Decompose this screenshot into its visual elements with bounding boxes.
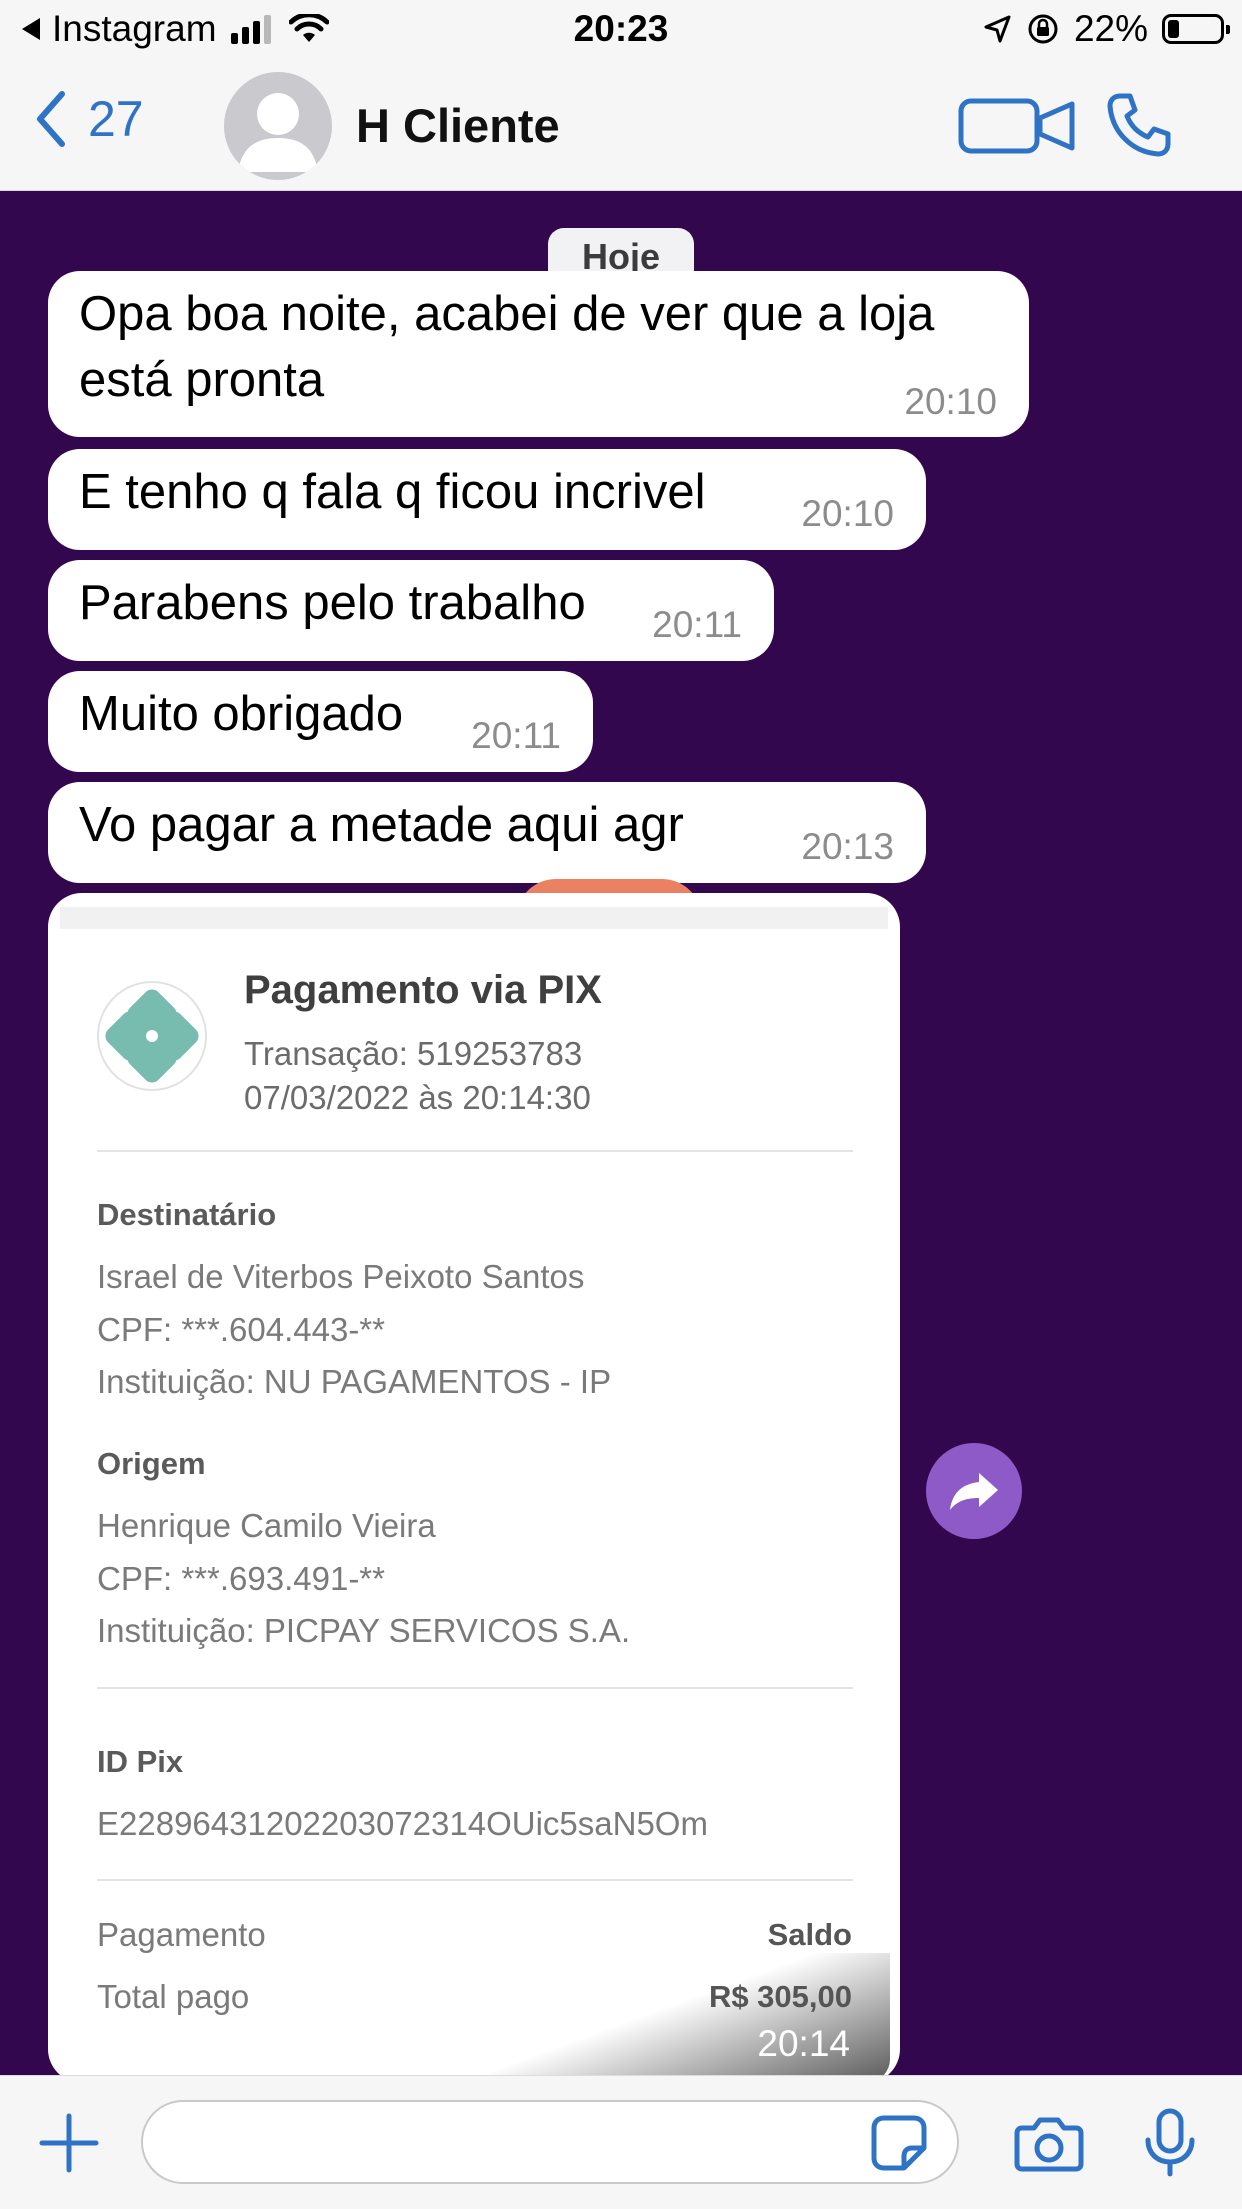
sticker-icon bbox=[871, 2115, 927, 2171]
composer-bar bbox=[0, 2075, 1242, 2209]
receipt-title: Pagamento via PIX bbox=[244, 968, 602, 1012]
recipient-label: Destinatário bbox=[97, 1197, 277, 1232]
message-text: Opa boa noite, acabei de ver que a loja bbox=[79, 287, 935, 341]
message-bubble[interactable]: E tenho q fala q ficou incrivel 20:10 bbox=[48, 449, 926, 550]
message-text: está pronta bbox=[79, 353, 325, 407]
message-time: 20:10 bbox=[904, 381, 997, 422]
share-button[interactable] bbox=[926, 1443, 1022, 1539]
message-time: 20:14 bbox=[757, 2023, 850, 2064]
phone-icon bbox=[1107, 93, 1171, 157]
receipt-divider bbox=[97, 1879, 853, 1881]
receipt-datetime: 07/03/2022 às 20:14:30 bbox=[244, 1079, 591, 1116]
microphone-icon bbox=[1145, 2108, 1195, 2177]
unread-count: 27 bbox=[88, 91, 144, 147]
total-value: R$ 305,00 bbox=[708, 1979, 852, 2014]
sticker-button[interactable] bbox=[870, 2114, 928, 2177]
message-bubble[interactable]: Muito obrigado 20:11 bbox=[48, 671, 593, 772]
status-bar: Instagram 20:23 22% bbox=[0, 0, 1242, 62]
receipt-transaction: Transação: 519253783 bbox=[244, 1035, 583, 1072]
payment-label: Pagamento bbox=[97, 1916, 266, 1953]
camera-icon bbox=[1014, 2117, 1084, 2172]
orientation-lock-icon bbox=[1028, 14, 1058, 44]
pix-id-label: ID Pix bbox=[97, 1744, 184, 1779]
contact-name[interactable]: H Cliente bbox=[356, 98, 560, 153]
video-camera-icon bbox=[958, 98, 1075, 154]
battery-percent: 22% bbox=[1073, 8, 1148, 49]
message-time: 20:10 bbox=[801, 493, 894, 534]
battery-icon bbox=[1162, 14, 1230, 44]
payment-value: Saldo bbox=[767, 1917, 852, 1952]
attach-button[interactable] bbox=[38, 2112, 100, 2179]
avatar[interactable] bbox=[224, 72, 332, 180]
voice-call-button[interactable] bbox=[1106, 92, 1172, 163]
pix-logo-icon bbox=[97, 981, 207, 1091]
back-button[interactable]: 27 bbox=[34, 90, 144, 148]
total-label: Total pago bbox=[97, 1978, 250, 2015]
location-arrow-icon bbox=[984, 15, 1011, 43]
message-time: 20:11 bbox=[471, 715, 561, 756]
message-input[interactable] bbox=[141, 2100, 959, 2184]
message-time: 20:13 bbox=[801, 826, 894, 867]
back-chevron-icon bbox=[37, 91, 65, 147]
chat-header: 27 H Cliente bbox=[0, 62, 1242, 191]
origin-label: Origem bbox=[97, 1446, 206, 1481]
plus-icon bbox=[39, 2113, 99, 2173]
pix-id-value: E22896431202203072314OUic5saN5Om bbox=[97, 1805, 708, 1842]
message-bubble[interactable]: Opa boa noite, acabei de ver que a loja … bbox=[48, 271, 1029, 437]
origin-institution: Instituição: PICPAY SERVICOS S.A. bbox=[97, 1612, 631, 1649]
avatar-placeholder-icon bbox=[238, 93, 318, 172]
share-arrow-icon bbox=[950, 1473, 998, 1510]
recipient-institution: Instituição: NU PAGAMENTOS - IP bbox=[97, 1363, 612, 1400]
origin-name: Henrique Camilo Vieira bbox=[97, 1507, 436, 1544]
origin-cpf: CPF: ***.693.491-** bbox=[97, 1560, 385, 1597]
message-text: Vo pagar a metade aqui agr bbox=[79, 798, 684, 852]
message-text: Muito obrigado bbox=[79, 687, 404, 741]
message-text: Parabens pelo trabalho bbox=[79, 576, 586, 630]
receipt-divider bbox=[97, 1687, 853, 1689]
message-text: E tenho q fala q ficou incrivel bbox=[79, 465, 706, 519]
chat-area[interactable]: Hoje Opa boa noite, acabei de ver que a … bbox=[0, 191, 1242, 2075]
recipient-name: Israel de Viterbos Peixoto Santos bbox=[97, 1258, 585, 1295]
voice-message-button[interactable] bbox=[1142, 2108, 1198, 2183]
camera-button[interactable] bbox=[1014, 2116, 1084, 2177]
message-bubble[interactable]: Parabens pelo trabalho 20:11 bbox=[48, 560, 774, 661]
receipt-divider bbox=[97, 1150, 853, 1152]
message-time: 20:11 bbox=[652, 604, 742, 645]
video-call-button[interactable] bbox=[958, 98, 1076, 159]
recipient-cpf: CPF: ***.604.443-** bbox=[97, 1311, 385, 1348]
message-bubble[interactable]: Vo pagar a metade aqui agr 20:13 bbox=[48, 782, 926, 883]
